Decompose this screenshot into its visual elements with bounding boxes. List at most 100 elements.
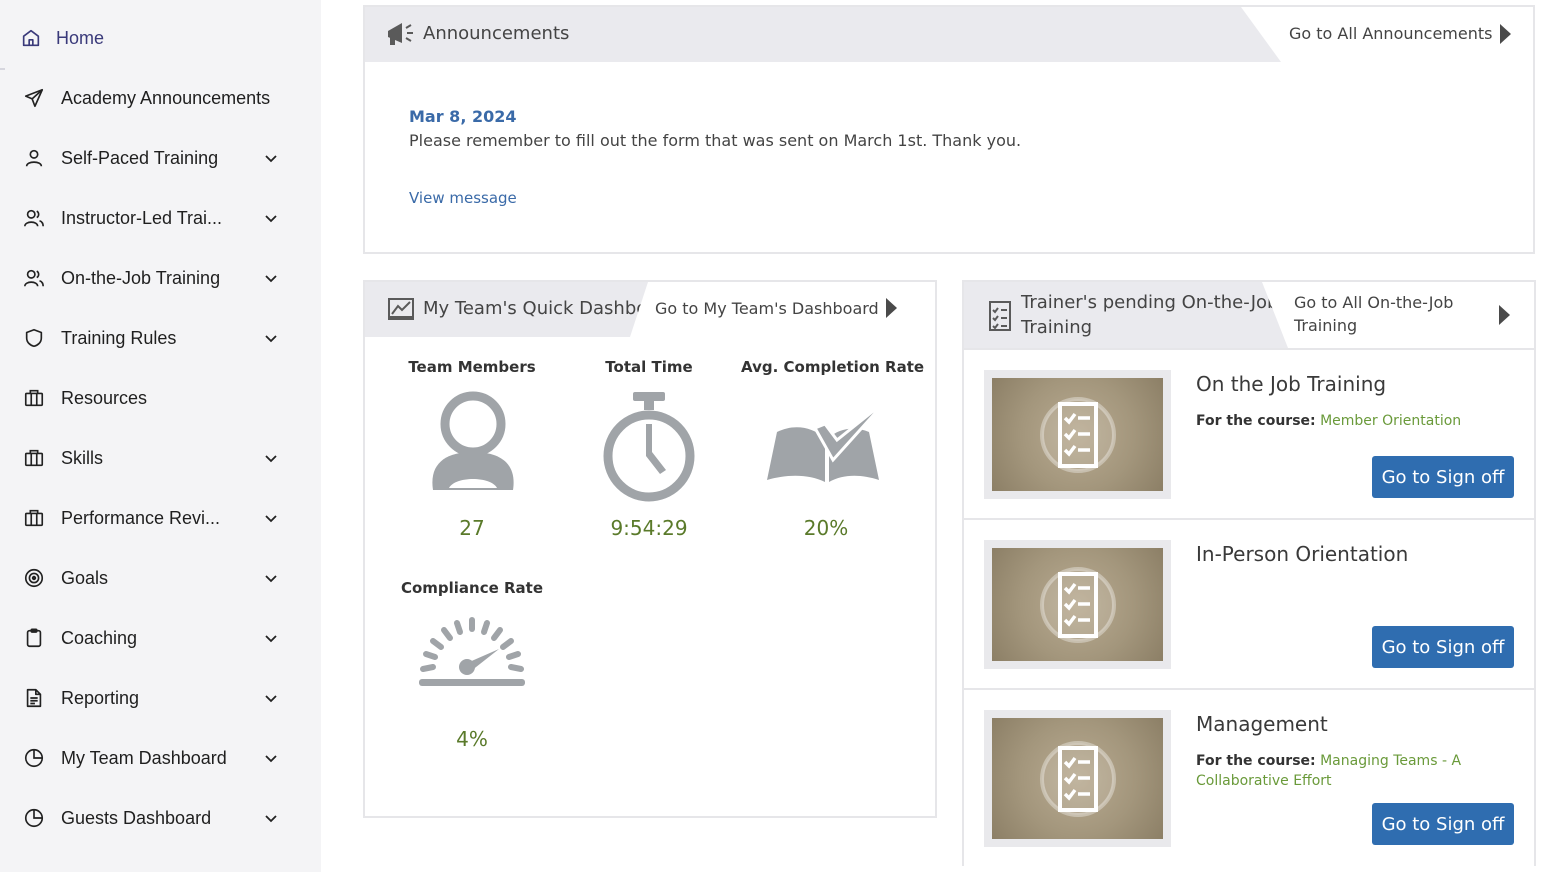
briefcase-icon xyxy=(23,447,45,469)
sidebar-item-resources[interactable]: Resources xyxy=(0,368,321,428)
ojt-item-title: Management xyxy=(1196,712,1328,736)
go-to-sign-off-button[interactable]: Go to Sign off xyxy=(1372,456,1514,498)
stat-value: 9:54:29 xyxy=(610,516,688,540)
go-to-all-ojt-label-line1: Go to All On-the-Job xyxy=(1294,293,1454,312)
chevron-down-icon[interactable] xyxy=(263,630,279,646)
chevron-down-icon[interactable] xyxy=(263,510,279,526)
sidebar-item-label: Performance Revi... xyxy=(61,507,221,528)
chevron-down-icon[interactable] xyxy=(263,750,279,766)
checklist-icon xyxy=(988,300,1012,332)
ojt-thumbnail xyxy=(984,370,1171,499)
pie-chart-icon xyxy=(23,807,45,829)
course-name[interactable]: Member Orientation xyxy=(1320,413,1461,429)
stat-label: Total Time xyxy=(605,358,693,376)
users-icon xyxy=(23,267,45,289)
sidebar-item-academy-announcements[interactable]: Academy Announcements xyxy=(0,68,321,128)
sidebar-item-label: Home xyxy=(56,27,105,48)
go-to-all-ojt-link[interactable]: Go to All On-the-Job Training xyxy=(1262,282,1534,348)
team-dashboard-panel: My Team's Quick Dashboard Go to My Team'… xyxy=(363,280,937,818)
go-to-team-dashboard-link[interactable]: Go to My Team's Dashboard xyxy=(630,282,935,337)
chevron-down-icon[interactable] xyxy=(263,210,279,226)
users-icon xyxy=(23,207,45,229)
stat-total-time: Total Time 9:54:29 xyxy=(564,358,734,540)
sidebar-item-label: Self-Paced Training xyxy=(61,147,219,168)
sidebar-item-my-team-dashboard[interactable]: My Team Dashboard xyxy=(0,728,321,788)
target-icon xyxy=(23,567,45,589)
sidebar-item-label: Guests Dashboard xyxy=(61,807,212,828)
sidebar-item-label: Goals xyxy=(61,567,109,588)
go-to-all-ojt-label-line2: Training xyxy=(1294,316,1358,335)
checklist-icon xyxy=(1040,567,1116,643)
ojt-thumbnail xyxy=(984,540,1171,669)
course-prefix: For the course: xyxy=(1196,413,1316,429)
stat-value: 20% xyxy=(803,516,849,540)
announcements-title: Announcements xyxy=(423,23,570,44)
speedometer-icon xyxy=(419,617,525,686)
checklist-icon xyxy=(1040,741,1116,817)
sidebar-item-training-rules[interactable]: Training Rules xyxy=(0,308,321,368)
home-icon xyxy=(20,27,42,49)
megaphone-icon xyxy=(385,19,417,49)
document-icon xyxy=(23,687,45,709)
stopwatch-icon xyxy=(603,392,695,502)
ojt-item: On the Job Training For the course: Memb… xyxy=(964,348,1534,518)
sidebar-item-self-paced-training[interactable]: Self-Paced Training xyxy=(0,128,321,188)
stat-compliance-rate: Compliance Rate 4% xyxy=(387,579,557,759)
ojt-item: Management For the course: Managing Team… xyxy=(964,688,1534,866)
sidebar-item-on-the-job-training[interactable]: On-the-Job Training xyxy=(0,248,321,308)
sidebar-item-coaching[interactable]: Coaching xyxy=(0,608,321,668)
chevron-down-icon[interactable] xyxy=(263,330,279,346)
go-to-sign-off-button[interactable]: Go to Sign off xyxy=(1372,803,1514,845)
sidebar-item-label: Skills xyxy=(61,447,104,468)
chevron-down-icon[interactable] xyxy=(263,150,279,166)
chart-board-icon xyxy=(387,297,415,321)
checklist-icon xyxy=(1040,397,1116,473)
view-message-link[interactable]: View message xyxy=(409,189,517,207)
sidebar-item-instructor-led-training[interactable]: Instructor-Led Trai... xyxy=(0,188,321,248)
announcement-message: Please remember to fill out the form tha… xyxy=(409,131,1022,150)
clipboard-icon xyxy=(23,627,45,649)
go-to-sign-off-button[interactable]: Go to Sign off xyxy=(1372,626,1514,668)
sidebar-item-guests-dashboard[interactable]: Guests Dashboard xyxy=(0,788,321,848)
go-to-all-announcements-label: Go to All Announcements xyxy=(1289,24,1493,43)
chevron-down-icon[interactable] xyxy=(263,450,279,466)
chevron-down-icon[interactable] xyxy=(263,810,279,826)
book-check-icon xyxy=(767,398,889,482)
sidebar-item-label: Instructor-Led Trai... xyxy=(61,207,223,228)
ojt-title-line2: Training xyxy=(1021,317,1093,338)
sidebar-item-label: Reporting xyxy=(61,687,140,708)
arrow-right-icon xyxy=(886,298,897,318)
stat-label: Compliance Rate xyxy=(400,579,544,597)
ojt-item: In-Person Orientation Go to Sign off xyxy=(964,518,1534,688)
sidebar-item-label: Coaching xyxy=(61,627,138,648)
chevron-down-icon[interactable] xyxy=(263,690,279,706)
chevron-down-icon[interactable] xyxy=(263,270,279,286)
sidebar-item-reporting[interactable]: Reporting xyxy=(0,668,321,728)
sidebar-item-label: On-the-Job Training xyxy=(61,267,221,288)
sidebar-item-goals[interactable]: Goals xyxy=(0,548,321,608)
ojt-item-course: For the course: Member Orientation xyxy=(1196,411,1496,431)
go-to-team-dashboard-label: Go to My Team's Dashboard xyxy=(655,299,879,318)
sidebar-item-label: Academy Announcements xyxy=(61,87,271,108)
arrow-right-icon xyxy=(1500,24,1511,44)
announcement-date: Mar 8, 2024 xyxy=(409,107,517,126)
ojt-header: Trainer's pending On-the-Job Training Go… xyxy=(964,282,1534,348)
sidebar-item-home[interactable]: Home xyxy=(0,8,321,68)
announcements-header: Announcements Go to All Announcements xyxy=(365,7,1533,62)
sidebar-item-label: My Team Dashboard xyxy=(61,747,227,768)
sidebar-item-skills[interactable]: Skills xyxy=(0,428,321,488)
sidebar-item-performance-reviews[interactable]: Performance Revi... xyxy=(0,488,321,548)
sidebar: Home Academy Announcements Self-Paced Tr… xyxy=(0,0,321,872)
team-dashboard-header: My Team's Quick Dashboard Go to My Team'… xyxy=(365,282,935,337)
chevron-down-icon[interactable] xyxy=(263,570,279,586)
course-prefix: For the course: xyxy=(1196,753,1316,769)
stat-completion-rate: Avg. Completion Rate 20% xyxy=(741,358,924,540)
go-to-all-announcements-link[interactable]: Go to All Announcements xyxy=(1241,7,1533,62)
ojt-thumbnail xyxy=(984,710,1171,847)
send-icon xyxy=(23,87,45,109)
ojt-item-title: In-Person Orientation xyxy=(1196,542,1409,566)
briefcase-icon xyxy=(23,387,45,409)
ojt-panel: Trainer's pending On-the-Job Training Go… xyxy=(962,280,1536,866)
shield-icon xyxy=(23,327,45,349)
ojt-item-course: For the course: Managing Teams - A Colla… xyxy=(1196,751,1496,791)
